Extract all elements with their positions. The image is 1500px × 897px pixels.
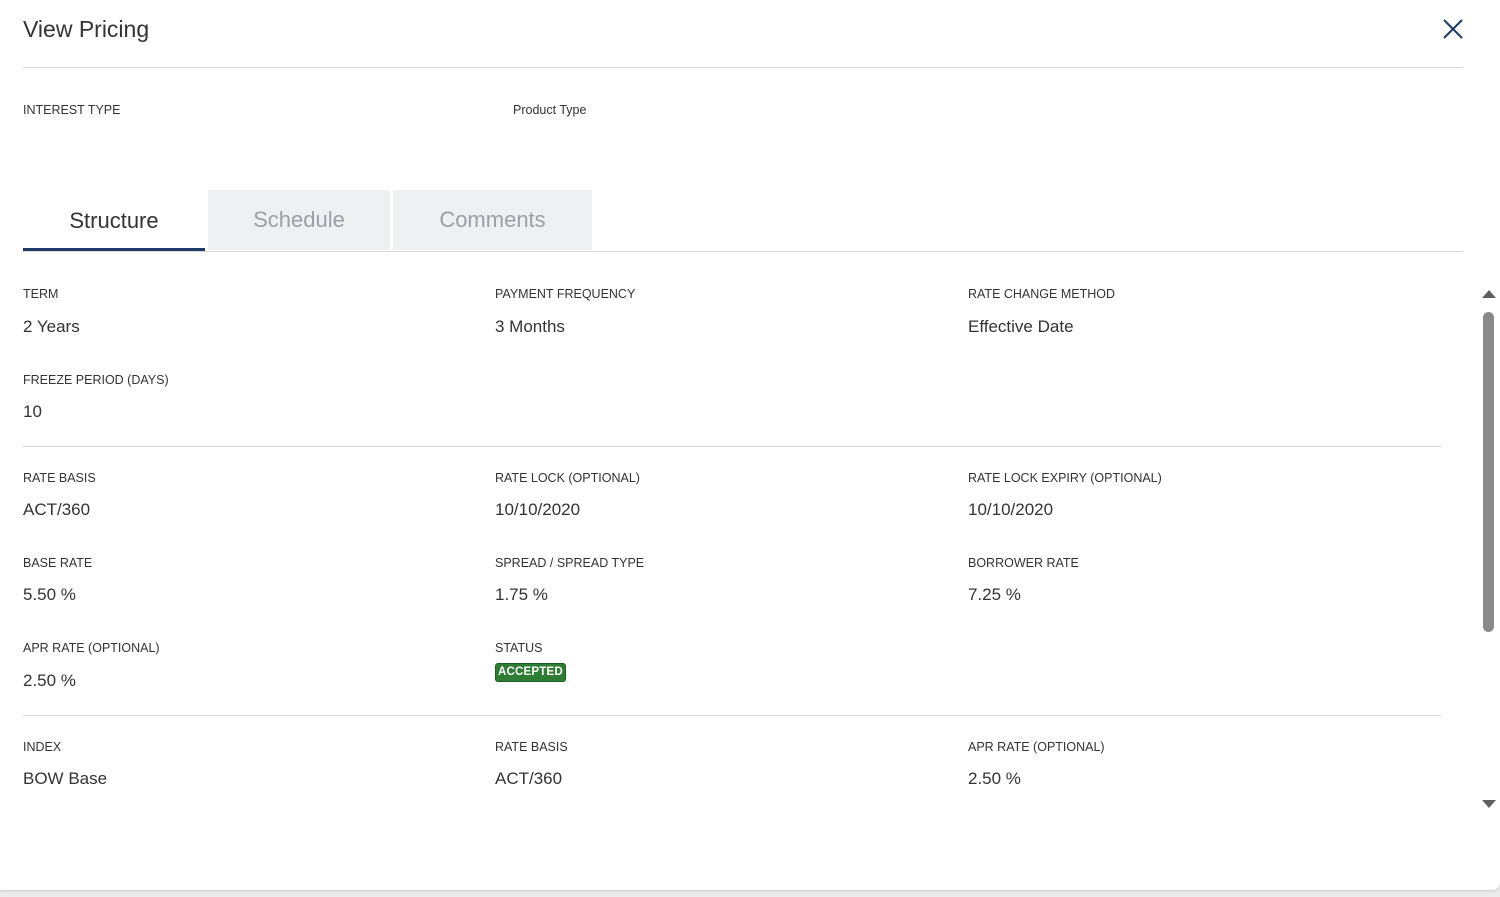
index-rate-basis-label: RATE BASIS — [495, 740, 568, 754]
product-type-label: Product Type — [513, 103, 587, 117]
spread-label: SPREAD / SPREAD TYPE — [495, 556, 645, 570]
rate-lock-expiry-label: RATE LOCK EXPIRY (OPTIONAL) — [968, 471, 1162, 485]
index-rate-basis-value: ACT/360 — [495, 769, 563, 788]
view-pricing-modal: View Pricing INTEREST TYPE Product Type … — [0, 0, 1500, 890]
rate-change-method-value: Effective Date — [968, 317, 1074, 336]
spread-value: 1.75 % — [495, 585, 548, 604]
status-badge: ACCEPTED — [495, 663, 566, 682]
index-label: INDEX — [23, 740, 62, 754]
interest-type-label: INTEREST TYPE — [23, 103, 121, 117]
index-value: BOW Base — [23, 769, 108, 788]
modal-title: View Pricing — [23, 16, 150, 42]
base-rate-value: 5.50 % — [23, 585, 76, 604]
rate-lock-expiry-value: 10/10/2020 — [968, 500, 1054, 519]
apr-rate-value: 2.50 % — [23, 671, 76, 690]
rate-lock-value: 10/10/2020 — [495, 500, 581, 519]
payment-frequency-label: PAYMENT FREQUENCY — [495, 287, 636, 301]
term-label: TERM — [23, 287, 59, 301]
structure-panel: TERM 2 Years PAYMENT FREQUENCY 3 Months … — [0, 252, 1480, 822]
rate-change-method-label: RATE CHANGE METHOD — [968, 287, 1115, 301]
base-rate-label: BASE RATE — [23, 556, 93, 570]
tab-bar: Structure Schedule Comments — [23, 190, 1463, 252]
header-divider — [23, 67, 1463, 68]
apr-rate-label: APR RATE (OPTIONAL) — [23, 641, 160, 655]
freeze-period-value: 10 — [23, 402, 42, 421]
close-icon — [1443, 19, 1463, 39]
index-apr-rate-label: APR RATE (OPTIONAL) — [968, 740, 1105, 754]
borrower-rate-value: 7.25 % — [968, 585, 1021, 604]
tab-comments[interactable]: Comments — [393, 190, 592, 250]
status-label: STATUS — [495, 641, 543, 655]
term-value: 2 Years — [23, 317, 80, 336]
freeze-period-label: FREEZE PERIOD (DAYS) — [23, 373, 169, 387]
section-divider — [23, 446, 1441, 447]
rate-lock-label: RATE LOCK (OPTIONAL) — [495, 471, 640, 485]
arrow-down-icon[interactable] — [1482, 800, 1496, 808]
tab-schedule[interactable]: Schedule — [208, 190, 390, 250]
section-divider — [23, 715, 1441, 716]
close-button[interactable] — [1440, 16, 1466, 42]
tab-structure[interactable]: Structure — [23, 190, 205, 251]
content-scrollbar[interactable] — [1480, 284, 1498, 814]
rate-basis-value: ACT/360 — [23, 500, 91, 519]
arrow-up-icon[interactable] — [1482, 290, 1496, 298]
index-apr-rate-value: 2.50 % — [968, 769, 1021, 788]
scrollbar-thumb[interactable] — [1483, 312, 1494, 632]
rate-basis-label: RATE BASIS — [23, 471, 96, 485]
borrower-rate-label: BORROWER RATE — [968, 556, 1079, 570]
payment-frequency-value: 3 Months — [495, 317, 565, 336]
